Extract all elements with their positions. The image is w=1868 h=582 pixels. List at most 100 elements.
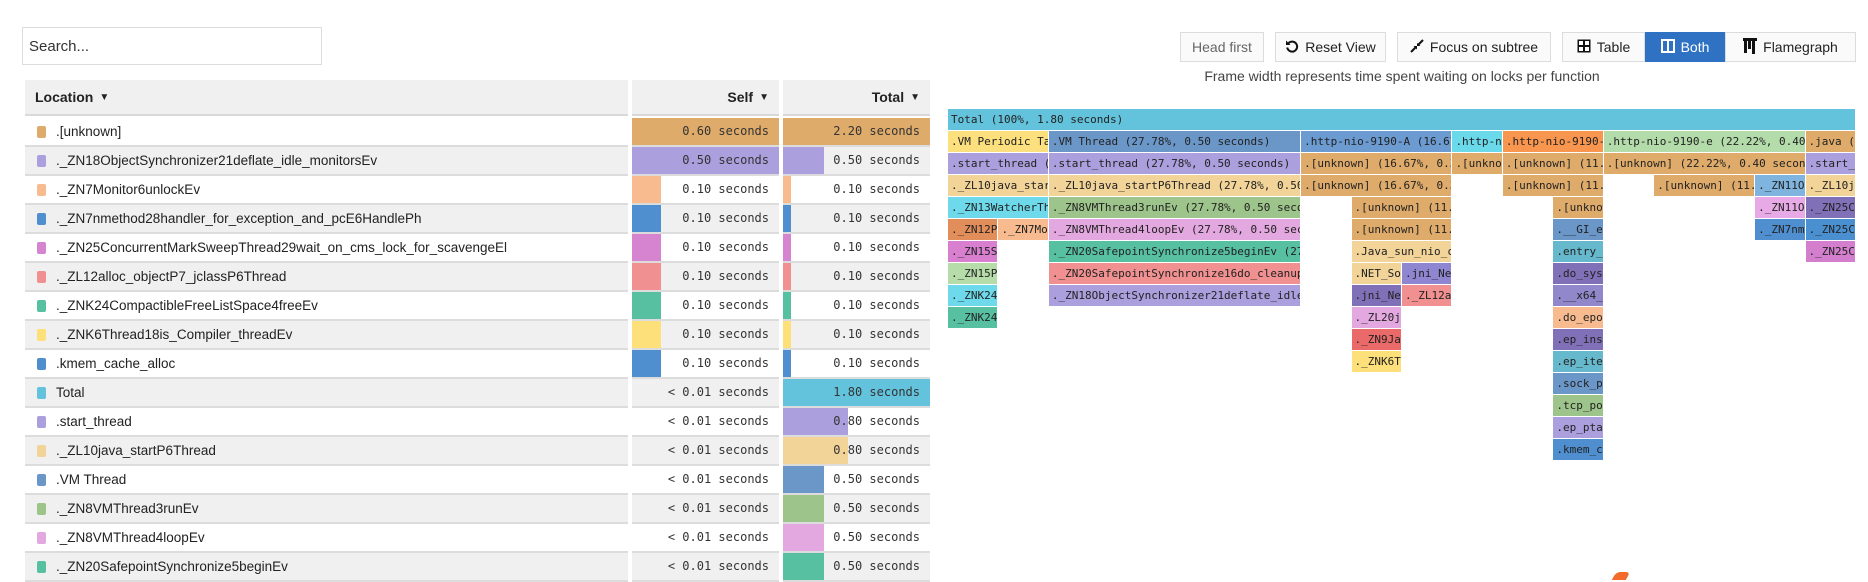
flame-frame[interactable]: .start_thread (27.78%, 0.50 seconds): [1048, 153, 1302, 174]
flame-frame[interactable]: .[unknown] (16.67%, 0.30: [1301, 153, 1453, 174]
total-value: 1.80 seconds: [833, 385, 920, 399]
column-header-location[interactable]: Location ▼: [25, 80, 628, 116]
view-flamegraph-button[interactable]: Flamegraph: [1725, 32, 1856, 62]
flame-frame[interactable]: ._ZN11Op: [1755, 175, 1806, 196]
head-first-button[interactable]: Head first: [1180, 32, 1264, 62]
self-cell: 0.10 seconds: [632, 263, 779, 292]
flame-frame[interactable]: ._ZL10java_start: [948, 175, 1049, 196]
flame-frame[interactable]: .[unknown] (11.1: [1351, 197, 1453, 218]
table-row[interactable]: ._ZNK24CompactibleFreeListSpace4freeEv 0.…: [25, 292, 930, 321]
flame-frame[interactable]: ._ZNK6Th: [1351, 351, 1402, 372]
color-swatch: [37, 473, 46, 486]
flame-frame[interactable]: ._ZN8VMThread3runEv (27.78%, 0.50 second…: [1048, 197, 1302, 218]
flame-frame[interactable]: .VM Thread (27.78%, 0.50 seconds): [1048, 131, 1302, 152]
table-row[interactable]: ._ZL12alloc_objectP7_jclassP6Thread 0.10 …: [25, 263, 930, 292]
flame-frame[interactable]: ._ZL10ja: [1805, 175, 1856, 196]
focus-on-subtree-button[interactable]: Focus on subtree: [1397, 32, 1551, 62]
flame-frame[interactable]: .kmem_ca: [1553, 439, 1604, 460]
flame-frame[interactable]: .[unknown] (11.1: [1502, 175, 1604, 196]
flame-frame[interactable]: ._ZN20SafepointSynchronize5beginEv (27.7…: [1048, 241, 1302, 262]
flame-frame[interactable]: ._ZN25Co: [1805, 219, 1856, 240]
table-row[interactable]: ._ZL10java_startP6Thread < 0.01 seconds 0.…: [25, 437, 930, 466]
table-row[interactable]: ._ZN7nmethod28handler_for_exception_and_…: [25, 205, 930, 234]
table-row[interactable]: ._ZN7Monitor6unlockEv 0.10 seconds 0.10 se…: [25, 176, 930, 205]
flame-frame[interactable]: .jni_New: [1402, 263, 1453, 284]
flame-frame[interactable]: .[unknown] (11.1: [1351, 219, 1453, 240]
flame-frame[interactable]: .http-nio-9190-e (22.22%, 0.40 s: [1603, 131, 1806, 152]
flame-frame[interactable]: .__x64_s: [1553, 285, 1604, 306]
total-value: 0.10 seconds: [833, 211, 920, 225]
location-label: ._ZL10java_startP6Thread: [56, 443, 216, 458]
flame-frame[interactable]: .ep_ptab: [1553, 417, 1604, 438]
reset-view-label: Reset View: [1305, 39, 1376, 55]
flame-frame[interactable]: ._ZN12Pe: [948, 219, 999, 240]
flame-frame[interactable]: .sock_po: [1553, 373, 1604, 394]
flame-frame[interactable]: .[unknown] (22.22%, 0.40 seconds: [1603, 153, 1806, 174]
flame-frame[interactable]: ._ZN25Co: [1805, 241, 1856, 262]
flame-frame[interactable]: .NET_Soc: [1351, 263, 1402, 284]
flame-frame[interactable]: ._ZL20jr: [1351, 307, 1402, 328]
location-label: .kmem_cache_alloc: [56, 356, 176, 371]
flame-frame[interactable]: .http-nio-9190-A (16.67%: [1301, 131, 1453, 152]
flame-frame[interactable]: .ep_inse: [1553, 329, 1604, 350]
flame-frame[interactable]: ._ZN9Jav: [1351, 329, 1402, 350]
flame-frame[interactable]: .[unknown] (16.67%, 0.30: [1301, 175, 1453, 196]
flame-frame[interactable]: .entry_S: [1553, 241, 1604, 262]
flame-frame[interactable]: .VM Periodic Tas: [948, 131, 1049, 152]
reset-view-button[interactable]: Reset View: [1275, 32, 1386, 62]
flame-frame[interactable]: ._ZN11Op: [1755, 197, 1806, 218]
self-cell: < 0.01 seconds: [632, 437, 779, 466]
flame-frame[interactable]: ._ZN15St: [948, 241, 999, 262]
total-value: 0.10 seconds: [833, 327, 920, 341]
flame-frame[interactable]: Total (100%, 1.80 seconds): [948, 109, 1856, 130]
location-label: ._ZN20SafepointSynchronize5beginEv: [56, 559, 288, 574]
flamegraph[interactable]: Total (100%, 1.80 seconds) .VM Periodic T…: [948, 109, 1856, 469]
flame-frame[interactable]: ._ZN7nme: [1755, 219, 1806, 240]
view-both-button[interactable]: Both: [1645, 32, 1725, 62]
flame-frame[interactable]: .[unknow: [1452, 153, 1503, 174]
total-value: 0.80 seconds: [833, 443, 920, 457]
table-row[interactable]: .[unknown] 0.60 seconds 2.20 seconds: [25, 118, 930, 147]
flame-frame[interactable]: .Java_sun_nio_ch: [1351, 241, 1453, 262]
flame-frame[interactable]: ._ZN13WatcherThr: [948, 197, 1049, 218]
flame-frame[interactable]: .tcp_pol: [1553, 395, 1604, 416]
flame-frame[interactable]: .start_t: [1805, 153, 1856, 174]
flame-frame[interactable]: .do_sysc: [1553, 263, 1604, 284]
flame-frame[interactable]: .[unknown] (11.1: [1654, 175, 1756, 196]
flame-frame[interactable]: .jni_New: [1351, 285, 1402, 306]
table-row[interactable]: ._ZN20SafepointSynchronize5beginEv < 0.01…: [25, 553, 930, 582]
table-row[interactable]: ._ZNK6Thread18is_Compiler_threadEv 0.10 s…: [25, 321, 930, 350]
flame-frame[interactable]: ._ZNK24C: [948, 307, 999, 328]
flame-frame[interactable]: .java (5: [1805, 131, 1856, 152]
table-row[interactable]: ._ZN8VMThread4loopEv < 0.01 seconds 0.50 s…: [25, 524, 930, 553]
table-row[interactable]: Total < 0.01 seconds 1.80 seconds: [25, 379, 930, 408]
flame-frame[interactable]: ._ZN15Pe: [948, 263, 999, 284]
table-row[interactable]: .start_thread < 0.01 seconds 0.80 seconds: [25, 408, 930, 437]
flame-frame[interactable]: ._ZN20SafepointSynchronize16do_cleanup_t: [1048, 263, 1302, 284]
flame-frame[interactable]: ._ZN18ObjectSynchronizer21deflate_idle_m: [1048, 285, 1302, 306]
flame-frame[interactable]: ._ZL10java_startP6Thread (27.78%, 0.50 s: [1048, 175, 1302, 196]
search-input[interactable]: [22, 27, 322, 65]
flame-frame[interactable]: .[unknown] (11.1: [1502, 153, 1604, 174]
view-table-button[interactable]: Table: [1562, 32, 1645, 62]
flame-frame[interactable]: .http-nio-9190-: [1502, 131, 1604, 152]
flame-frame[interactable]: ._ZL12al: [1402, 285, 1453, 306]
table-row[interactable]: ._ZN25ConcurrentMarkSweepThread29wait_on…: [25, 234, 930, 263]
flame-frame[interactable]: .http-ni: [1452, 131, 1503, 152]
table-row[interactable]: .kmem_cache_alloc 0.10 seconds 0.10 second…: [25, 350, 930, 379]
total-cell: 2.20 seconds: [783, 118, 930, 147]
table-row[interactable]: .VM Thread < 0.01 seconds 0.50 seconds: [25, 466, 930, 495]
flame-frame[interactable]: ._ZN8VMThread4loopEv (27.78%, 0.50 secon…: [1048, 219, 1302, 240]
flame-frame[interactable]: ._ZN25Co: [1805, 197, 1856, 218]
column-header-total[interactable]: Total ▼: [783, 80, 930, 116]
flame-frame[interactable]: .do_epol: [1553, 307, 1604, 328]
flame-frame[interactable]: .__GI_ep: [1553, 219, 1604, 240]
table-row[interactable]: ._ZN8VMThread3runEv < 0.01 seconds 0.50 se…: [25, 495, 930, 524]
flame-frame[interactable]: .ep_item: [1553, 351, 1604, 372]
flame-frame[interactable]: .[unknow: [1553, 197, 1604, 218]
column-header-self[interactable]: Self ▼: [632, 80, 779, 116]
table-row[interactable]: ._ZN18ObjectSynchronizer21deflate_idle_m…: [25, 147, 930, 176]
flame-frame[interactable]: .start_thread (1: [948, 153, 1049, 174]
flame-frame[interactable]: ._ZNK24C: [948, 285, 999, 306]
flame-frame[interactable]: ._ZN7Mon: [998, 219, 1049, 240]
